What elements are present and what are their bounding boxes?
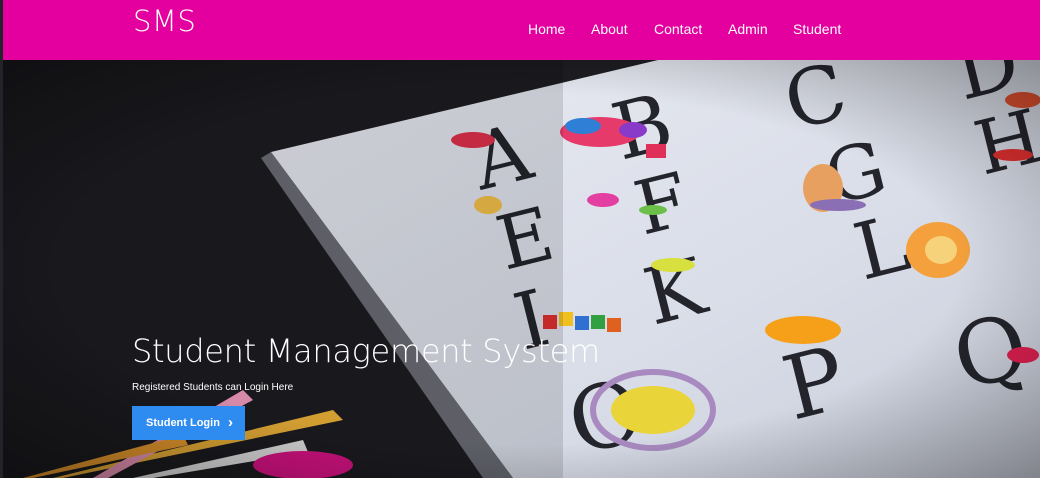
nav-link-contact[interactable]: Contact <box>654 21 702 37</box>
hero-title: Student Management System <box>132 332 600 370</box>
nav-link-about[interactable]: About <box>591 21 628 37</box>
nav-link-home[interactable]: Home <box>528 21 565 37</box>
hero-subtitle: Registered Students can Login Here <box>132 382 294 393</box>
brand-logo[interactable]: SMS <box>133 4 196 38</box>
student-login-label: Student Login <box>146 417 220 429</box>
nav-link-student[interactable]: Student <box>793 21 841 37</box>
top-navbar: SMS Home About Contact Admin Student <box>3 0 1040 60</box>
chevron-right-icon: › <box>228 414 233 431</box>
student-login-button[interactable]: Student Login › <box>132 406 245 440</box>
hero-section: A B C D E F G H I K L O P Q <box>3 60 1040 478</box>
nav-link-admin[interactable]: Admin <box>728 21 768 37</box>
